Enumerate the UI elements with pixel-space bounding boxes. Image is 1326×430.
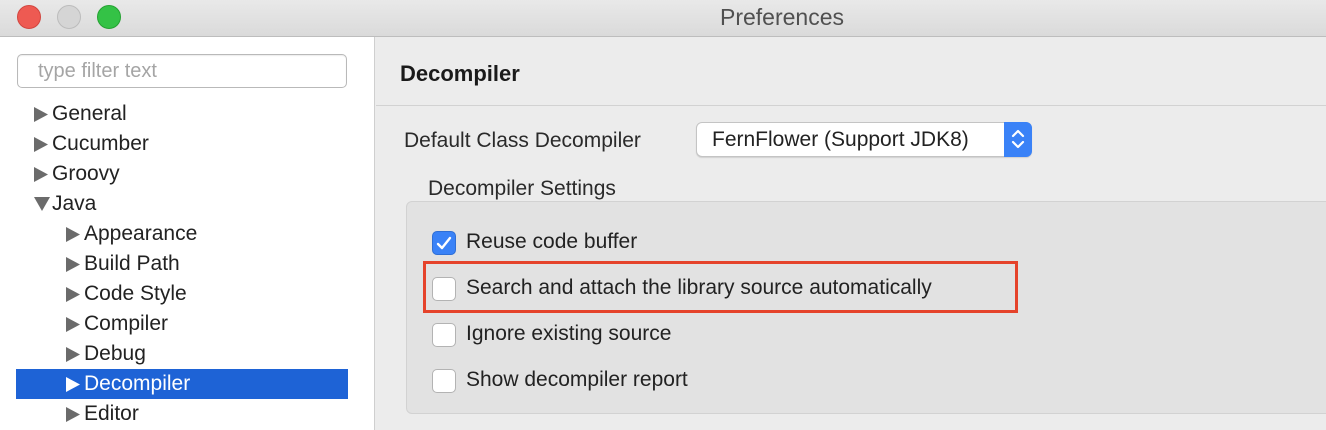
page-title: Decompiler (400, 61, 520, 86)
tree-item-label: Java (52, 192, 97, 215)
tree-item-label: Compiler (84, 312, 169, 335)
close-window-button[interactable] (17, 5, 41, 29)
option-label: Ignore existing source (466, 322, 672, 345)
popup-stepper-icon[interactable] (1004, 122, 1032, 157)
checkbox-checked[interactable] (432, 231, 456, 255)
sidebar: General Cucumber Groovy Java Appearance … (0, 37, 375, 430)
minimize-window-button[interactable] (57, 5, 81, 29)
tree-item-label: Groovy (52, 162, 120, 185)
disclosure-triangle-right-icon[interactable] (65, 249, 81, 279)
tree-item-label: Build Path (84, 252, 180, 275)
disclosure-triangle-right-icon[interactable] (65, 309, 81, 339)
disclosure-triangle-right-icon[interactable] (65, 339, 81, 369)
window-title: Preferences (720, 4, 845, 30)
disclosure-triangle-right-icon[interactable] (33, 99, 49, 129)
tree-item-label: Appearance (84, 222, 198, 245)
tree-item-label: Editor (84, 402, 139, 425)
disclosure-triangle-down-icon[interactable] (33, 189, 50, 219)
settings-group-label: Decompiler Settings (428, 177, 616, 200)
disclosure-triangle-right-icon[interactable] (65, 279, 81, 309)
title-bar: Preferences (0, 0, 1326, 37)
disclosure-triangle-right-icon[interactable] (65, 369, 81, 399)
tree-item-label: Code Style (84, 282, 187, 305)
option-label: Show decompiler report (466, 368, 688, 391)
default-decompiler-label: Default Class Decompiler (404, 129, 641, 152)
preference-page: Decompiler Default Class Decompiler Fern… (376, 37, 1326, 430)
default-decompiler-select[interactable]: FernFlower (Support JDK8) (696, 122, 1032, 157)
checkbox-unchecked[interactable] (432, 323, 456, 347)
default-decompiler-value: FernFlower (Support JDK8) (712, 128, 969, 151)
disclosure-triangle-right-icon[interactable] (65, 219, 81, 249)
disclosure-triangle-right-icon[interactable] (33, 159, 49, 189)
disclosure-triangle-right-icon[interactable] (33, 129, 49, 159)
disclosure-triangle-right-icon[interactable] (65, 399, 81, 429)
tree-item-label: Cucumber (52, 132, 149, 155)
checkbox-unchecked[interactable] (432, 369, 456, 393)
tree-item-label: General (52, 102, 127, 125)
tree-item-label: Debug (84, 342, 146, 365)
option-label: Reuse code buffer (466, 230, 638, 253)
title-divider (376, 105, 1326, 106)
highlight-annotation-box (423, 261, 1018, 313)
zoom-window-button[interactable] (97, 5, 121, 29)
tree-item-label: Decompiler (84, 372, 191, 395)
filter-input[interactable] (17, 54, 347, 88)
tree-item-decompiler[interactable]: Decompiler (16, 369, 348, 399)
